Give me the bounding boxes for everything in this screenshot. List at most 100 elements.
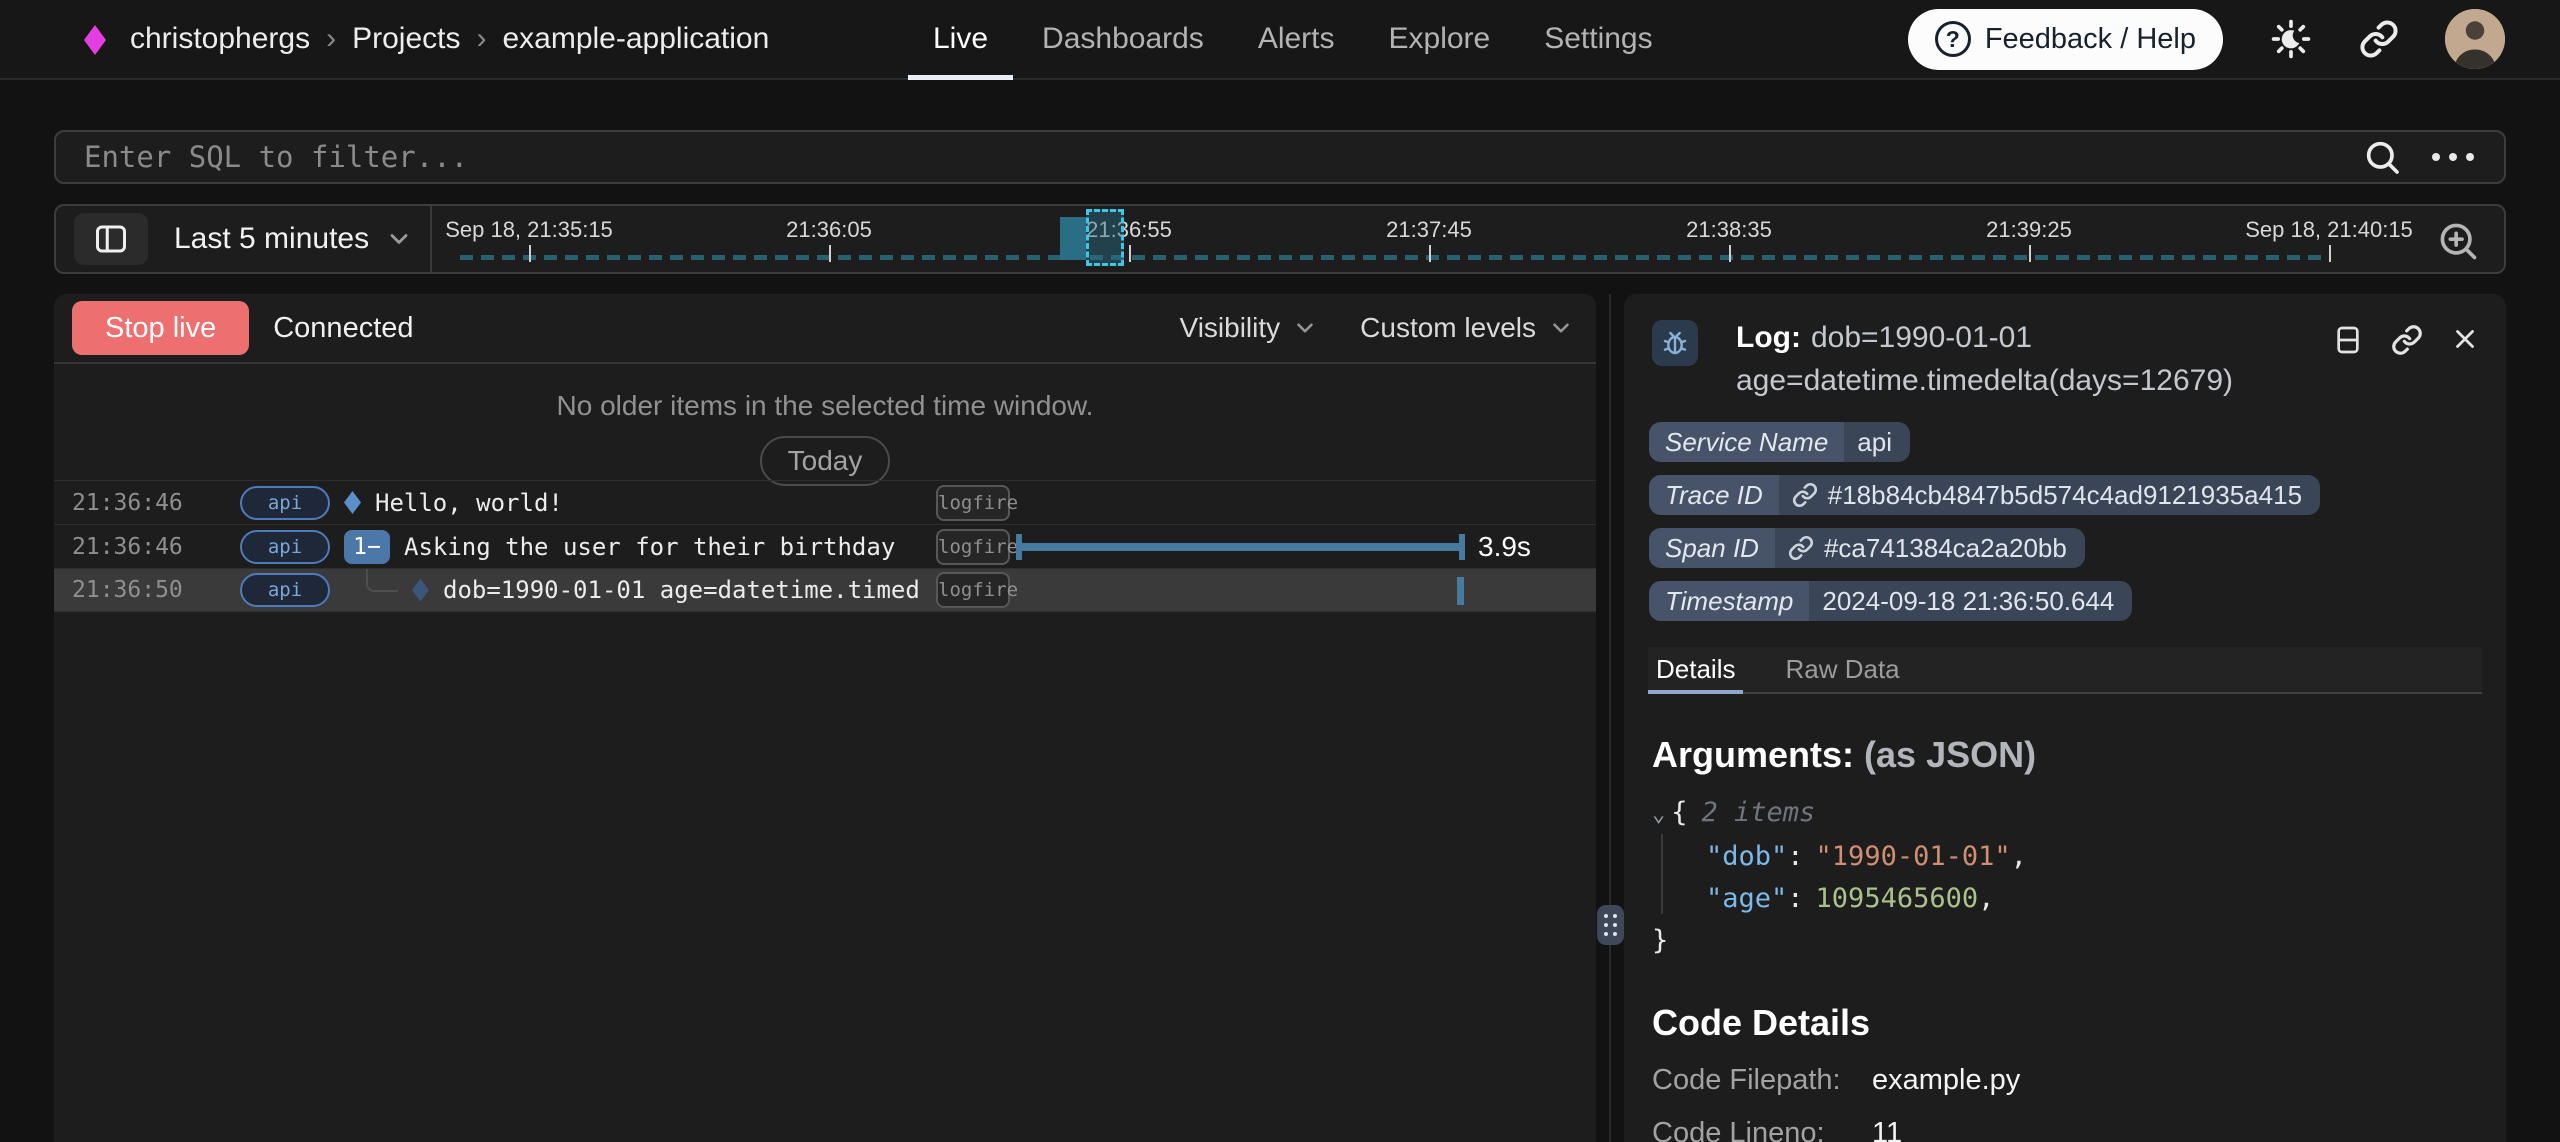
collapse-chevron-icon[interactable]: ⌄ (1652, 802, 1665, 827)
user-avatar[interactable] (2445, 9, 2505, 69)
live-toolbar: Stop live Connected Visibility Custom le… (54, 294, 1596, 364)
breadcrumb: christophergs › Projects › example-appli… (130, 0, 769, 78)
json-open-line: ⌄{2 items (1652, 792, 2478, 836)
grip-dots-icon (1604, 914, 1617, 936)
log-message-cell: dob=1990-01-01 age=datetime.timede (344, 569, 920, 611)
timeline-tick-label: 21:37:45 (1386, 217, 1472, 243)
sql-filter-input[interactable] (56, 132, 2362, 182)
tab-settings[interactable]: Settings (1517, 0, 1679, 78)
link-icon (1792, 482, 1818, 508)
log-row-selected[interactable]: 21:36:50 api dob=1990-01-01 age=datetime… (54, 568, 1596, 612)
visibility-dropdown[interactable]: Visibility (1180, 312, 1319, 344)
tree-connector (366, 569, 398, 592)
panel-resize-handle[interactable] (1597, 905, 1624, 945)
scope-tag: logfire (936, 572, 1010, 608)
service-pill[interactable]: api (240, 486, 330, 520)
timeline-selected-window[interactable] (1086, 209, 1124, 266)
feedback-help-button[interactable]: ? Feedback / Help (1908, 9, 2223, 70)
tab-explore[interactable]: Explore (1362, 0, 1518, 78)
badge-value: 2024-09-18 21:36:50.644 (1809, 581, 2132, 621)
sidebar-toggle-button[interactable] (74, 213, 148, 265)
collapse-children-badge[interactable]: 1− (344, 530, 390, 564)
panel-divider (1609, 294, 1611, 1142)
theme-toggle-icon[interactable] (2269, 17, 2313, 61)
span-id-badge: Span ID #ca741384ca2a20bb (1649, 528, 2085, 568)
log-detail-panel: Log:dob=1990-01-01 age=datetime.timedelt… (1624, 294, 2506, 1142)
chevron-down-icon (385, 225, 413, 253)
timeline-tick-label: Sep 18, 21:35:15 (445, 217, 613, 243)
timeline-tick-label: 21:39:25 (1986, 217, 2072, 243)
chevron-down-icon (1548, 315, 1574, 341)
tab-details[interactable]: Details (1656, 647, 1735, 692)
log-message: Hello, world! (375, 489, 563, 517)
service-name-badge: Service Name api (1649, 422, 1910, 462)
badge-value: api (1844, 422, 1910, 462)
log-message: Asking the user for their birthday (404, 533, 895, 561)
timeline-activity-baseline (460, 255, 2322, 260)
tab-raw-data[interactable]: Raw Data (1785, 647, 1899, 692)
empty-message: No older items in the selected time wind… (54, 390, 1596, 422)
service-pill[interactable]: api (240, 573, 330, 607)
navbar-actions: ? Feedback / Help (1908, 0, 2505, 78)
attribute-badges: Service Name api Trace ID #18b84cb4847b5… (1649, 422, 2506, 621)
json-key: "dob" (1706, 841, 1787, 872)
code-details-heading: Code Details (1652, 1002, 2478, 1044)
bug-icon (1652, 320, 1698, 366)
breadcrumb-separator: › (476, 22, 486, 56)
timeline-tick (2029, 245, 2031, 262)
detail-title: Log:dob=1990-01-01 age=datetime.timedelt… (1736, 316, 2336, 402)
badge-label: Span ID (1649, 528, 1775, 568)
json-entry: "age":1095465600, (1652, 878, 2478, 920)
breadcrumb-org[interactable]: christophergs (130, 22, 310, 56)
timeline-tick (1129, 245, 1131, 262)
timeline-tick (2329, 245, 2331, 262)
feedback-help-label: Feedback / Help (1985, 23, 2196, 56)
json-string-value: "1990-01-01" (1816, 841, 2011, 872)
timeline-bar: Last 5 minutes Sep 18, 21:35:15 21:36:05… (54, 204, 2506, 274)
log-time: 21:36:50 (72, 577, 183, 603)
share-link-icon[interactable] (2359, 19, 2399, 59)
detail-content: Arguments: (as JSON) ⌄{2 items "dob":"19… (1624, 734, 2506, 1142)
json-viewer: ⌄{2 items "dob":"1990-01-01", "age":1095… (1652, 792, 2478, 962)
more-options-icon[interactable] (2432, 153, 2474, 161)
tab-live[interactable]: Live (906, 0, 1015, 78)
today-button[interactable]: Today (760, 436, 891, 486)
timeline-zoom-in-icon[interactable] (2436, 219, 2480, 263)
json-entry: "dob":"1990-01-01", (1652, 836, 2478, 878)
custom-levels-dropdown[interactable]: Custom levels (1360, 312, 1574, 344)
log-row[interactable]: 21:36:46 api Hello, world! logfire (54, 480, 1596, 524)
log-diamond-icon (412, 579, 429, 602)
breadcrumb-project-name[interactable]: example-application (502, 22, 769, 56)
live-log-panel: Stop live Connected Visibility Custom le… (54, 294, 1596, 1142)
tab-dashboards[interactable]: Dashboards (1015, 0, 1231, 78)
logfire-logo-icon[interactable] (84, 25, 106, 55)
log-row[interactable]: 21:36:46 api 1− Asking the user for thei… (54, 524, 1596, 568)
detail-header: Log:dob=1990-01-01 age=datetime.timedelt… (1624, 294, 2506, 406)
breadcrumb-projects[interactable]: Projects (352, 22, 460, 56)
code-filepath-value: example.py (1872, 1064, 2020, 1096)
copy-link-icon[interactable] (2391, 324, 2423, 356)
arguments-subheading: (as JSON) (1864, 734, 2036, 775)
stop-live-button[interactable]: Stop live (72, 301, 249, 355)
sql-filter-bar (54, 130, 2506, 184)
log-message-cell: 1− Asking the user for their birthday (344, 525, 920, 568)
log-time: 21:36:46 (72, 534, 183, 560)
tab-alerts[interactable]: Alerts (1231, 0, 1362, 78)
badge-value[interactable]: #ca741384ca2a20bb (1775, 528, 2085, 568)
link-icon (1788, 535, 1814, 561)
service-pill[interactable]: api (240, 530, 330, 564)
badge-label: Trace ID (1649, 475, 1779, 515)
span-duration-bar[interactable] (1016, 543, 1465, 551)
help-icon: ? (1935, 21, 1971, 57)
json-number-value: 1095465600 (1816, 883, 1979, 914)
arguments-heading: Arguments: (as JSON) (1652, 734, 2478, 776)
time-range-label: Last 5 minutes (174, 222, 369, 256)
json-key: "age" (1706, 883, 1787, 914)
close-icon[interactable] (2450, 324, 2480, 356)
badge-value[interactable]: #18b84cb4847b5d574c4ad9121935a415 (1779, 475, 2320, 515)
empty-window-notice: No older items in the selected time wind… (54, 390, 1596, 486)
search-icon[interactable] (2362, 137, 2402, 177)
panel-layout-icon[interactable] (2332, 324, 2364, 356)
time-range-dropdown[interactable]: Last 5 minutes (174, 206, 413, 272)
timeline-activity-spike[interactable] (1060, 217, 1086, 260)
